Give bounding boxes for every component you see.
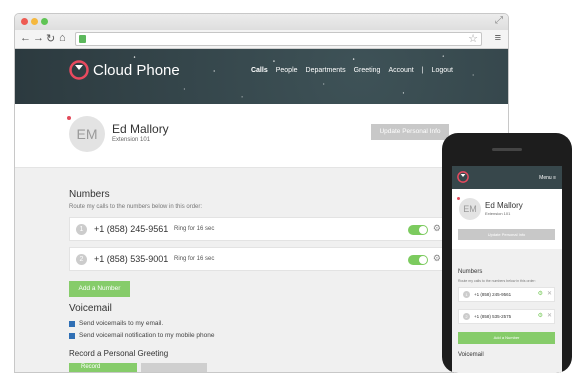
order-badge: 2 bbox=[463, 313, 470, 320]
back-icon[interactable]: ← bbox=[20, 32, 31, 44]
nav-logout[interactable]: Logout bbox=[432, 67, 453, 74]
top-nav: Calls People Departments Greeting Accoun… bbox=[251, 67, 453, 74]
avatar: EM bbox=[69, 116, 105, 152]
phone-number: +1 (858) 245-9561 bbox=[474, 292, 512, 297]
greeting-heading: Record a Personal Greeting bbox=[69, 349, 169, 358]
checkbox-checked[interactable] bbox=[69, 332, 75, 339]
status-dot bbox=[457, 197, 460, 200]
voicemail-heading: Voicemail bbox=[69, 303, 112, 314]
mobile-header: Menu ≡ bbox=[452, 166, 562, 189]
add-number-button[interactable]: Add a Number bbox=[69, 281, 130, 297]
avatar: EM bbox=[459, 198, 481, 220]
order-badge: 1 bbox=[76, 224, 87, 235]
update-personal-info-button[interactable]: Update Personal Info bbox=[458, 229, 555, 240]
menu-icon[interactable]: ≡ bbox=[495, 32, 501, 44]
update-personal-info-button[interactable]: Update Personal Info bbox=[371, 124, 449, 140]
nav-account[interactable]: Account bbox=[388, 67, 413, 74]
profile-name: Ed Mallory bbox=[485, 201, 523, 210]
voicemail-mobile-option[interactable]: Send voicemail notification to my mobile… bbox=[69, 332, 215, 339]
mobile-number-row-1[interactable]: 1 +1 (858) 245-9561 ⚙ ✕ bbox=[458, 287, 555, 302]
numbers-heading: Numbers bbox=[69, 189, 110, 200]
page-viewport: Cloud Phone Calls People Departments Gre… bbox=[15, 49, 508, 372]
nav-departments[interactable]: Departments bbox=[306, 67, 346, 74]
mobile-number-row-2[interactable]: 2 +1 (858) 535-2575 ⚙ ✕ bbox=[458, 309, 555, 324]
gear-icon[interactable]: ⚙ bbox=[538, 312, 543, 319]
lock-icon bbox=[79, 35, 86, 43]
mobile-voicemail-heading: Voicemail bbox=[458, 352, 484, 358]
forward-icon[interactable]: → bbox=[33, 32, 44, 44]
mobile-menu-button[interactable]: Menu ≡ bbox=[539, 175, 556, 181]
status-dot bbox=[67, 116, 71, 120]
enable-toggle[interactable] bbox=[408, 255, 428, 265]
ring-duration[interactable]: Ring for 16 sec bbox=[174, 226, 214, 232]
profile-extension: Extension 101 bbox=[485, 211, 511, 216]
reload-icon[interactable]: ↻ bbox=[46, 32, 55, 45]
phone-number: +1 (858) 245-9561 bbox=[94, 224, 169, 234]
order-badge: 2 bbox=[76, 254, 87, 265]
minimize-window-button[interactable] bbox=[31, 18, 38, 25]
site-header: Cloud Phone Calls People Departments Gre… bbox=[15, 49, 508, 104]
close-window-button[interactable] bbox=[21, 18, 28, 25]
expand-icon[interactable]: ⤢ bbox=[495, 15, 503, 26]
speaker-grille bbox=[492, 148, 522, 151]
browser-titlebar: ⤢ bbox=[15, 14, 508, 30]
nav-calls[interactable]: Calls bbox=[251, 67, 268, 74]
gear-icon[interactable]: ⚙ bbox=[433, 223, 441, 234]
number-row-2[interactable]: 2 +1 (858) 535-9001 Ring for 16 sec ⚙ ✕ bbox=[69, 247, 454, 271]
profile-panel: EM Ed Mallory Extension 101 Update Perso… bbox=[15, 104, 508, 168]
mobile-device: Menu ≡ EM Ed Mallory Extension 101 Updat… bbox=[442, 133, 572, 373]
number-row-1[interactable]: 1 +1 (858) 245-9561 Ring for 16 sec ⚙ ✕ bbox=[69, 217, 454, 241]
mobile-profile-panel: EM Ed Mallory Extension 101 Update Perso… bbox=[452, 189, 562, 249]
maximize-window-button[interactable] bbox=[41, 18, 48, 25]
cloud-phone-logo-icon bbox=[457, 171, 469, 183]
voicemail-email-option[interactable]: Send voicemails to my email. bbox=[69, 320, 163, 327]
record-greeting-button[interactable]: Record bbox=[69, 363, 137, 372]
mobile-screen: Menu ≡ EM Ed Mallory Extension 101 Updat… bbox=[452, 166, 562, 373]
brand-name: Cloud Phone bbox=[93, 62, 180, 79]
ring-duration[interactable]: Ring for 16 sec bbox=[174, 256, 214, 262]
menu-label: Menu bbox=[539, 175, 552, 181]
browser-toolbar: ← → ↻ ⌂ ☆ ≡ bbox=[15, 30, 508, 49]
mobile-add-number-button[interactable]: Add a Number bbox=[458, 332, 555, 344]
nav-greeting[interactable]: Greeting bbox=[354, 67, 381, 74]
nav-people[interactable]: People bbox=[276, 67, 298, 74]
option-label: Send voicemail notification to my mobile… bbox=[79, 332, 215, 339]
mobile-numbers-subtitle: Route my calls to the numbers below in t… bbox=[458, 279, 536, 283]
option-label: Send voicemails to my email. bbox=[79, 320, 164, 327]
browser-window: ⤢ ← → ↻ ⌂ ☆ ≡ Cloud Phone Calls People D… bbox=[14, 13, 509, 373]
home-icon[interactable]: ⌂ bbox=[59, 32, 66, 44]
order-badge: 1 bbox=[463, 291, 470, 298]
star-icon[interactable]: ☆ bbox=[468, 32, 478, 45]
address-bar[interactable]: ☆ bbox=[75, 32, 482, 46]
gear-icon[interactable]: ⚙ bbox=[538, 290, 543, 297]
profile-extension: Extension 101 bbox=[112, 137, 151, 143]
gear-icon[interactable]: ⚙ bbox=[433, 253, 441, 264]
close-icon[interactable]: ✕ bbox=[547, 312, 552, 319]
checkbox-checked[interactable] bbox=[69, 320, 75, 327]
cloud-phone-logo-icon bbox=[69, 60, 89, 80]
nav-divider: | bbox=[421, 67, 424, 74]
mobile-numbers-heading: Numbers bbox=[458, 269, 483, 275]
enable-toggle[interactable] bbox=[408, 225, 428, 235]
phone-number: +1 (858) 535-2575 bbox=[474, 314, 512, 319]
phone-number: +1 (858) 535-9001 bbox=[94, 254, 169, 264]
numbers-subtitle: Route my calls to the numbers below in t… bbox=[69, 204, 203, 210]
upload-greeting-button[interactable] bbox=[141, 363, 207, 372]
close-icon[interactable]: ✕ bbox=[547, 290, 552, 297]
profile-name: Ed Mallory bbox=[112, 122, 169, 136]
